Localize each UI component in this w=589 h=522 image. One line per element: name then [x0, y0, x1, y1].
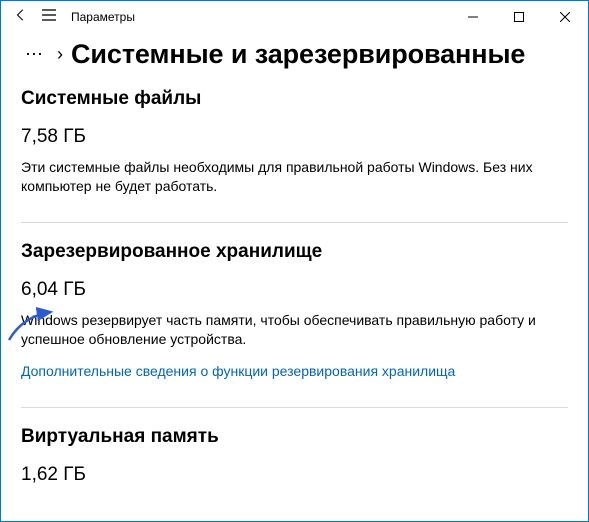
divider	[21, 222, 568, 223]
page-title: Системные и зарезервированные	[71, 39, 525, 70]
section-reserved-storage: Зарезервированное хранилище 6,04 ГБ Wind…	[21, 241, 568, 381]
section-heading: Виртуальная память	[21, 426, 568, 448]
learn-more-link[interactable]: Дополнительные сведения о функции резерв…	[21, 363, 455, 379]
breadcrumb-more-icon[interactable]: ⋯	[21, 44, 49, 65]
close-button[interactable]	[542, 1, 588, 33]
section-heading: Зарезервированное хранилище	[21, 241, 568, 263]
storage-size-value: 7,58 ГБ	[21, 126, 568, 148]
window-controls	[450, 1, 588, 33]
minimize-button[interactable]	[450, 1, 496, 33]
section-heading: Системные файлы	[21, 88, 568, 110]
breadcrumb: ⋯ › Системные и зарезервированные	[21, 39, 568, 70]
section-description: Windows резервирует часть памяти, чтобы …	[21, 311, 561, 349]
app-title: Параметры	[71, 10, 135, 24]
chevron-right-icon: ›	[57, 44, 63, 65]
storage-size-value: 1,62 ГБ	[21, 464, 568, 486]
storage-size-value: 6,04 ГБ	[21, 279, 568, 301]
back-button[interactable]	[9, 8, 33, 27]
titlebar: Параметры	[1, 1, 588, 33]
menu-icon[interactable]	[33, 8, 65, 27]
section-description: Эти системные файлы необходимы для прави…	[21, 158, 561, 196]
content-area: ⋯ › Системные и зарезервированные Систем…	[1, 33, 588, 486]
maximize-button[interactable]	[496, 1, 542, 33]
divider	[21, 407, 568, 408]
section-virtual-memory: Виртуальная память 1,62 ГБ	[21, 426, 568, 486]
section-system-files: Системные файлы 7,58 ГБ Эти системные фа…	[21, 88, 568, 196]
